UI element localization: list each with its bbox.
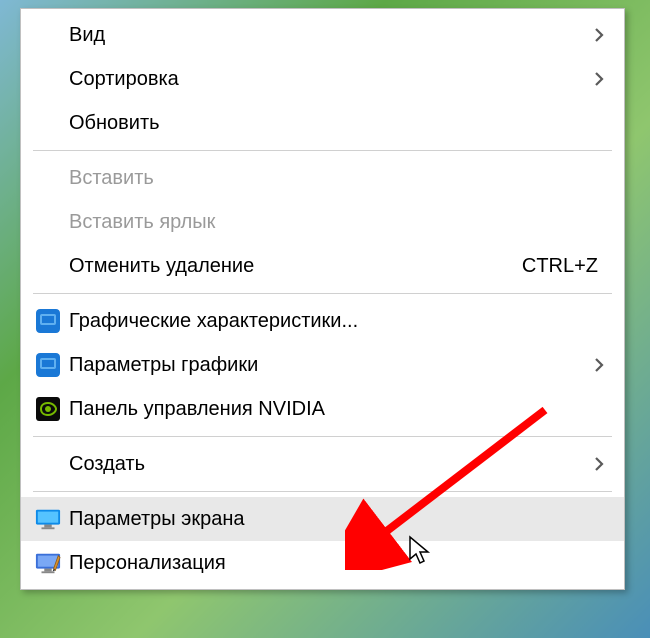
menu-item-paste: Вставить [21, 156, 624, 200]
desktop-context-menu: Вид Сортировка Обновить Вставить Вставит… [20, 8, 625, 590]
menu-item-label: Панель управления NVIDIA [69, 398, 606, 421]
separator [33, 436, 612, 437]
monitor-icon [35, 506, 61, 532]
menu-item-label: Вставить [69, 167, 606, 190]
menu-item-label: Параметры экрана [69, 508, 606, 531]
menu-item-intel-gfx-params[interactable]: Параметры графики [21, 343, 624, 387]
menu-item-shortcut: CTRL+Z [522, 255, 598, 278]
menu-item-label: Отменить удаление [69, 255, 522, 278]
menu-item-nvidia-panel[interactable]: Панель управления NVIDIA [21, 387, 624, 431]
menu-item-refresh[interactable]: Обновить [21, 101, 624, 145]
intel-graphics-icon [35, 352, 61, 378]
chevron-right-icon [592, 355, 606, 375]
intel-graphics-icon [35, 308, 61, 334]
menu-item-label: Сортировка [69, 68, 606, 91]
chevron-right-icon [592, 69, 606, 89]
menu-item-label: Персонализация [69, 552, 606, 575]
menu-item-new[interactable]: Создать [21, 442, 624, 486]
menu-item-paste-shortcut: Вставить ярлык [21, 200, 624, 244]
menu-item-label: Параметры графики [69, 354, 606, 377]
menu-item-sort[interactable]: Сортировка [21, 57, 624, 101]
chevron-right-icon [592, 454, 606, 474]
menu-item-label: Создать [69, 453, 606, 476]
menu-item-label: Вид [69, 24, 606, 47]
menu-item-view[interactable]: Вид [21, 13, 624, 57]
chevron-right-icon [592, 25, 606, 45]
menu-item-intel-gfx-props[interactable]: Графические характеристики... [21, 299, 624, 343]
menu-item-personalize[interactable]: Персонализация [21, 541, 624, 585]
personalize-icon [35, 550, 61, 576]
separator [33, 293, 612, 294]
menu-item-undo-delete[interactable]: Отменить удаление CTRL+Z [21, 244, 624, 288]
menu-item-label: Вставить ярлык [69, 211, 606, 234]
separator [33, 150, 612, 151]
menu-item-display-settings[interactable]: Параметры экрана [21, 497, 624, 541]
menu-item-label: Обновить [69, 112, 606, 135]
menu-item-label: Графические характеристики... [69, 310, 606, 333]
nvidia-icon [35, 396, 61, 422]
separator [33, 491, 612, 492]
